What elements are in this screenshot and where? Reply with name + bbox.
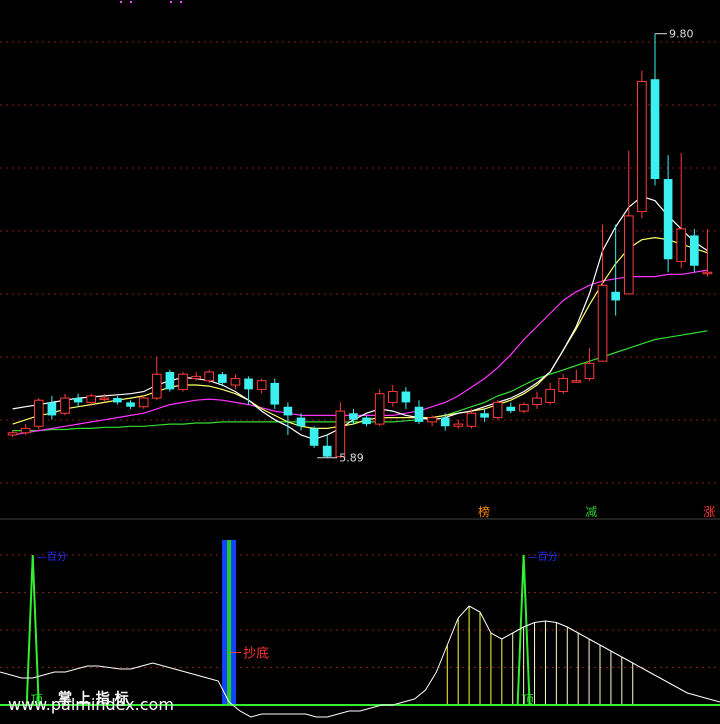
candle-body xyxy=(401,391,411,403)
candle xyxy=(492,400,503,420)
candle-body xyxy=(322,445,332,457)
candle-body xyxy=(545,388,555,403)
candle-body xyxy=(33,399,44,427)
candle-body xyxy=(453,423,464,427)
candle-body xyxy=(584,362,595,380)
candle-body xyxy=(650,79,660,180)
signal-marker: 榜 xyxy=(478,504,490,519)
candle-body xyxy=(690,235,699,266)
candle xyxy=(690,228,699,273)
candle-body xyxy=(165,372,175,390)
candle-body xyxy=(7,432,18,436)
candle-body xyxy=(387,391,398,403)
bottom-signal-core xyxy=(227,540,232,705)
candle-body xyxy=(283,406,293,416)
candle-body xyxy=(138,397,149,408)
candle-body xyxy=(676,228,687,262)
candle-body xyxy=(480,413,489,418)
spike-bottom-label: 顶 xyxy=(522,693,534,707)
candle-body xyxy=(99,397,110,401)
candle-body xyxy=(466,412,477,427)
candle-body xyxy=(571,380,582,383)
candle-body xyxy=(414,406,424,422)
candle-body xyxy=(151,373,162,399)
low-price-label: 5.89 xyxy=(339,452,364,465)
spike-top-label: —百分 xyxy=(528,551,558,563)
candle-body xyxy=(702,271,713,275)
candle-body xyxy=(335,410,346,458)
candle-body xyxy=(20,427,31,434)
candle-body xyxy=(204,371,215,382)
candle xyxy=(204,369,215,383)
candle-body xyxy=(637,80,647,213)
candle-body xyxy=(663,179,673,260)
candle xyxy=(178,372,188,392)
candle-body xyxy=(519,404,529,412)
watermark-text: www.palmindex.com xyxy=(8,695,174,714)
candle-body xyxy=(178,373,188,390)
candle xyxy=(637,70,647,219)
candle-body xyxy=(191,375,201,380)
spike-top-label: —百分 xyxy=(37,551,67,563)
candle-body xyxy=(86,395,97,403)
candle-body xyxy=(427,417,437,423)
candle-body xyxy=(60,397,70,414)
top-tick xyxy=(130,1,132,3)
signal-marker: 减 xyxy=(585,505,597,519)
candle-body xyxy=(113,398,122,403)
candle-body xyxy=(374,393,385,425)
candle-body xyxy=(47,402,57,416)
candle-body xyxy=(230,378,241,386)
top-tick xyxy=(170,1,172,3)
candle xyxy=(374,389,385,427)
candle-body xyxy=(492,401,503,419)
candle-body xyxy=(256,380,267,390)
top-tick xyxy=(180,1,182,3)
candle-body xyxy=(597,284,608,362)
candle xyxy=(309,426,319,448)
candle xyxy=(335,402,346,458)
candle-body xyxy=(611,291,620,301)
high-price-label: 9.80 xyxy=(669,28,694,41)
candle-body xyxy=(296,417,306,427)
candle-body xyxy=(270,382,280,405)
candle-body xyxy=(126,402,135,407)
candle-body xyxy=(244,378,253,390)
candle-body xyxy=(506,406,516,412)
candle-body xyxy=(532,397,542,406)
candle xyxy=(165,369,175,392)
top-tick xyxy=(120,1,122,3)
candle-body xyxy=(623,215,634,295)
buy-signal-label: 抄底 xyxy=(243,646,269,662)
candle-body xyxy=(218,374,227,383)
candle xyxy=(138,395,149,409)
signal-marker: 涨 xyxy=(703,504,715,519)
candle-body xyxy=(309,428,319,446)
candle xyxy=(270,378,280,409)
candle-body xyxy=(440,417,450,427)
chart-canvas: 9.805.89榜减涨 —百分顶—百分顶抄底掌 上 指 标 www.palmin… xyxy=(0,0,720,724)
candle-body xyxy=(362,417,371,425)
candle xyxy=(33,398,44,430)
candle-body xyxy=(73,398,83,403)
candle-body xyxy=(349,413,358,420)
candle-body xyxy=(558,378,569,393)
